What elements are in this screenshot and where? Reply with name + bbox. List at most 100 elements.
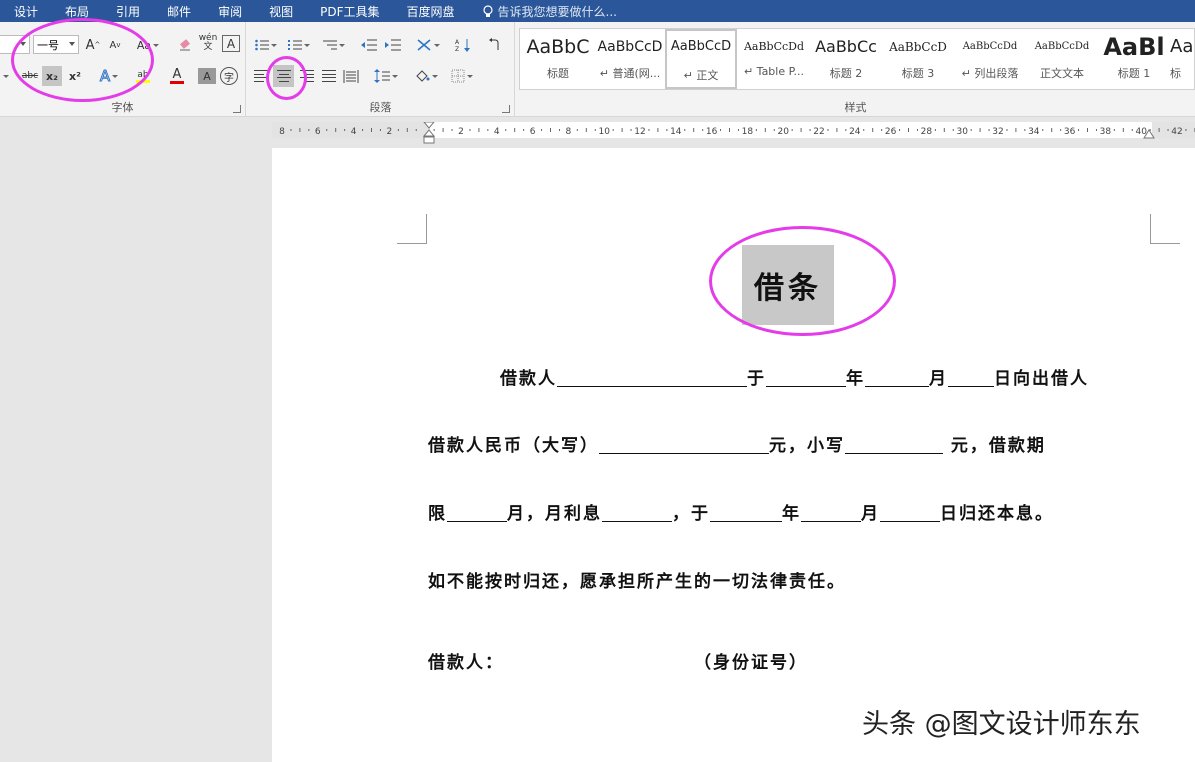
- font-color-button[interactable]: A: [164, 66, 190, 86]
- line1-text-b: 于: [747, 369, 766, 389]
- document-line-1[interactable]: 借款人 于 年 月 日向出借人: [500, 364, 1089, 389]
- align-right-button[interactable]: [297, 66, 317, 86]
- ruler-label: 2: [458, 127, 464, 137]
- style-list-paragraph[interactable]: AaBbCcDd ↵ 列出段落: [954, 29, 1026, 89]
- text-effects-button[interactable]: A: [96, 66, 122, 86]
- superscript-button[interactable]: x²: [65, 66, 85, 86]
- style-title[interactable]: AaBbC 标题: [522, 29, 594, 89]
- style-heading-3[interactable]: AaBbCcD 标题 3: [882, 29, 954, 89]
- tab-pdf-tools[interactable]: PDF工具集: [306, 3, 392, 20]
- character-border-button[interactable]: A: [222, 35, 240, 52]
- line-spacing-button[interactable]: [371, 66, 401, 86]
- subscript-button[interactable]: x₂: [42, 66, 62, 86]
- tab-view[interactable]: 视图: [255, 3, 306, 20]
- sort-button[interactable]: AZ: [453, 35, 473, 55]
- tab-baidu-netdisk[interactable]: 百度网盘: [392, 3, 467, 20]
- style-preview: AaBbC: [526, 36, 590, 58]
- document-title[interactable]: 借条: [742, 245, 834, 325]
- ribbon: 一号 A ^ Av Aa wén 文 A abc x₂ x² A ab A A 字 …: [0, 22, 1195, 117]
- tell-me-box[interactable]: 告诉我您想要做什么...: [468, 3, 617, 20]
- change-case-button[interactable]: Aa: [134, 35, 162, 55]
- paragraph-group-label: 段落: [369, 101, 392, 114]
- multilevel-list-button[interactable]: [319, 35, 349, 55]
- bullets-icon: [255, 39, 269, 51]
- change-case-icon: Aa: [136, 38, 152, 52]
- indent-marker-icon[interactable]: [422, 122, 436, 150]
- shading-button[interactable]: [411, 66, 441, 86]
- highlight-button[interactable]: ab: [128, 66, 158, 86]
- tab-references[interactable]: 引用: [102, 3, 153, 20]
- document-page[interactable]: 借条 借款人于年月日向出借人 借款人民币（大写） 元，小写 元，借款期 限月，月利…: [272, 148, 1195, 762]
- character-shading-button[interactable]: A: [198, 68, 216, 84]
- style-heading-2[interactable]: AaBbCc 标题 2: [810, 29, 882, 89]
- style-preview: AaBbCc: [815, 37, 877, 56]
- ruler-label: 38: [1100, 127, 1112, 137]
- shrink-font-button[interactable]: Av: [106, 35, 124, 55]
- right-indent-marker-icon[interactable]: [1142, 128, 1156, 140]
- style-partial[interactable]: Aa 标: [1170, 29, 1194, 89]
- font-dialog-launcher-icon[interactable]: [233, 105, 241, 113]
- justify-button[interactable]: [319, 66, 339, 86]
- style-name: 正文文本: [1040, 67, 1084, 80]
- ruler-label: 36: [1064, 127, 1076, 137]
- clear-format-button[interactable]: [176, 35, 194, 55]
- borders-button[interactable]: [447, 66, 477, 86]
- paragraph-dialog-launcher-icon[interactable]: [502, 105, 510, 113]
- blank-return-year: [710, 505, 782, 522]
- document-line-3[interactable]: 限 月，月利息 ，于 年 月 日归还本息。: [428, 499, 1054, 524]
- style-preview: AaBbCcD: [889, 40, 947, 54]
- distributed-button[interactable]: [341, 66, 361, 86]
- font-color-bar: [170, 81, 184, 84]
- document-line-4[interactable]: 如不能按时归还，愿承担所产生的一切法律责任。: [428, 567, 846, 592]
- chinese-layout-button[interactable]: [413, 35, 443, 55]
- ruler-label: 28: [921, 127, 933, 137]
- font-row2-overflow[interactable]: [0, 66, 12, 86]
- align-left-button[interactable]: [251, 66, 271, 86]
- line1-text-d: 月: [929, 369, 948, 389]
- menu-bar: 设计 布局 引用 邮件 审阅 视图 PDF工具集 百度网盘 告诉我您想要做什么.…: [0, 0, 1195, 22]
- tab-design[interactable]: 设计: [0, 3, 51, 20]
- style-name: 标题 2: [829, 67, 863, 80]
- font-name-combo[interactable]: [0, 35, 30, 54]
- document-line-5[interactable]: 借款人： （身份证号）: [428, 648, 808, 673]
- numbering-icon: [288, 40, 302, 50]
- numbering-button[interactable]: [285, 35, 313, 55]
- bullets-button[interactable]: [253, 35, 279, 55]
- align-right-icon: [300, 70, 314, 82]
- phonetic-guide-button[interactable]: wén 文: [198, 33, 218, 53]
- ruler-label: 6: [315, 127, 321, 137]
- line1-text-a: 借款人: [500, 369, 557, 389]
- borders-icon: [451, 69, 465, 83]
- style-table-paragraph[interactable]: AaBbCcDd ↵ Table P...: [738, 29, 810, 89]
- enclose-characters-icon: 字: [224, 72, 234, 84]
- tab-layout[interactable]: 布局: [51, 3, 102, 20]
- decrease-indent-button[interactable]: [359, 35, 379, 55]
- enclose-characters-button[interactable]: 字: [220, 67, 238, 85]
- line1-text-e: 日向出借人: [994, 369, 1089, 389]
- style-name: ↵ 列出段落: [961, 67, 1019, 80]
- highlight-color-bar: [136, 79, 150, 83]
- ruler-label: 12: [634, 127, 645, 137]
- ruler-label: 8: [566, 127, 572, 137]
- align-center-button[interactable]: [273, 65, 294, 87]
- tab-mailings[interactable]: 邮件: [153, 3, 204, 20]
- ruler-label: 34: [1028, 127, 1040, 137]
- subscript-icon: x₂: [46, 69, 58, 83]
- character-border-icon: A: [226, 36, 236, 51]
- style-body-text-2[interactable]: AaBbCcDd 正文文本: [1026, 29, 1098, 89]
- show-marks-button[interactable]: [485, 35, 505, 55]
- font-size-combo[interactable]: 一号: [33, 35, 79, 54]
- horizontal-ruler[interactable]: 8 6 4 2 2 4 6 8 10 12 14 16 18 20 22 24 26 28 30 32 34 36 38 40…: [272, 122, 1195, 144]
- style-heading-1[interactable]: AaBl 标题 1: [1098, 29, 1170, 89]
- style-normal-web[interactable]: AaBbCcD ↵ 普通(网...: [594, 29, 666, 89]
- document-line-2[interactable]: 借款人民币（大写） 元，小写 元，借款期: [428, 431, 1046, 456]
- style-body-text[interactable]: AaBbCcD ↵ 正文: [665, 29, 737, 89]
- tab-review[interactable]: 审阅: [204, 3, 255, 20]
- styles-gallery: AaBbC 标题 AaBbCcD ↵ 普通(网... AaBbCcD ↵ 正文 …: [519, 28, 1195, 90]
- line2-text-c: 元，借款期: [943, 436, 1046, 456]
- increase-indent-button[interactable]: [383, 35, 403, 55]
- line3-text-a: 限: [428, 504, 447, 524]
- grow-font-button[interactable]: A ^: [84, 35, 102, 55]
- style-preview: AaBl: [1103, 33, 1165, 61]
- strikethrough-button[interactable]: abc: [20, 66, 40, 86]
